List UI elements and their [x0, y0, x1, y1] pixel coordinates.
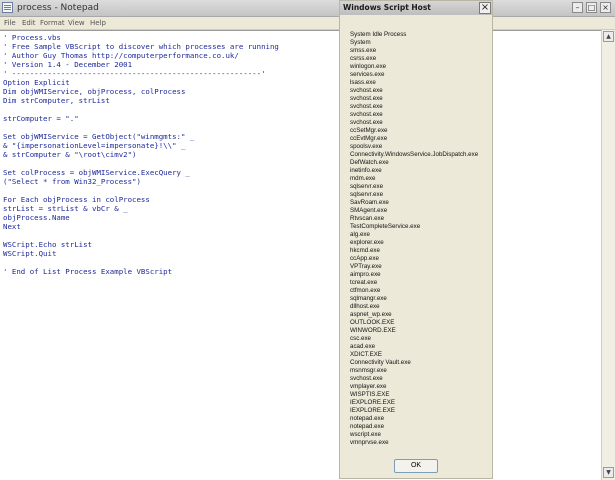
code-line: & strComputer & "\root\cimv2")	[3, 150, 137, 159]
code-line: Option Explicit	[3, 78, 70, 87]
notepad-text-area[interactable]: ' Process.vbs ' Free Sample VBScript to …	[0, 30, 602, 480]
code-line: strList = strList & vbCr & _	[3, 204, 128, 213]
process-item: IEXPLORE.EXE	[350, 407, 396, 414]
process-item: aimpro.exe	[350, 271, 381, 278]
code-line: ' --------------------------------------…	[3, 69, 266, 78]
menu-view[interactable]: View	[68, 18, 85, 28]
process-item: SMAgent.exe	[350, 207, 388, 214]
code-line: ' Author Guy Thomas http://computerperfo…	[3, 51, 239, 60]
code-line: Set objWMIService = GetObject("winmgmts:…	[3, 132, 195, 141]
notepad-title: process - Notepad	[17, 3, 99, 13]
process-item: svchost.exe	[350, 103, 383, 110]
code-line: Set colProcess = objWMIService.ExecQuery…	[3, 168, 190, 177]
process-item: acad.exe	[350, 343, 376, 350]
code-line: Dim strComputer, strList	[3, 96, 110, 105]
menu-help[interactable]: Help	[90, 18, 106, 28]
close-icon[interactable]: ×	[600, 2, 611, 13]
process-item: mdm.exe	[350, 175, 376, 182]
wsh-title: Windows Script Host	[343, 3, 431, 12]
code-line: strComputer = "."	[3, 114, 79, 123]
process-item: hkcmd.exe	[350, 247, 380, 254]
process-item: vmplayer.exe	[350, 383, 387, 390]
code-line: & "{impersonationLevel=impersonate}!\\" …	[3, 141, 186, 150]
process-item: sqlservr.exe	[350, 183, 384, 190]
maximize-icon[interactable]: □	[586, 2, 597, 13]
process-item: vmnprvse.exe	[350, 439, 389, 446]
notepad-title-bar[interactable]: process - Notepad – □ ×	[0, 0, 615, 17]
process-item: smss.exe	[350, 47, 377, 54]
process-item: OUTLOOK.EXE	[350, 319, 395, 326]
process-item: WISPTIS.EXE	[350, 391, 390, 398]
process-item: ctfmon.exe	[350, 287, 381, 294]
process-item: Connectivity Vault.exe	[350, 359, 411, 366]
process-item: alg.exe	[350, 231, 370, 238]
code-line: ' End of List Process Example VBScript	[3, 267, 173, 276]
code-line: WSCript.Quit	[3, 249, 57, 258]
process-item: XDICT.EXE	[350, 351, 382, 358]
process-item: SavRoam.exe	[350, 199, 389, 206]
code-line: ' Free Sample VBScript to discover which…	[3, 42, 279, 51]
process-item: ccSetMgr.exe	[350, 127, 388, 134]
process-item: ccEvtMgr.exe	[350, 135, 388, 142]
notepad-menu-bar: File Edit Format View Help	[0, 17, 615, 30]
process-item: notepad.exe	[350, 423, 385, 430]
process-item: WINWORD.EXE	[350, 327, 396, 334]
process-item: TestCompleteService.exe	[350, 223, 421, 230]
code-line: WSCript.Echo strList	[3, 240, 92, 249]
wsh-title-bar[interactable]: Windows Script Host ×	[340, 1, 492, 15]
process-item: dllhost.exe	[350, 303, 380, 310]
process-item: msnmsgr.exe	[350, 367, 387, 374]
process-item: sqlservr.exe	[350, 191, 384, 198]
notepad-icon	[2, 2, 13, 13]
code-line: Dim objWMIService, objProcess, colProces…	[3, 87, 186, 96]
code-line: Next	[3, 222, 21, 231]
process-item: notepad.exe	[350, 415, 385, 422]
process-item: explorer.exe	[350, 239, 384, 246]
process-item: csc.exe	[350, 335, 371, 342]
wsh-dialog: Windows Script Host × System Idle Proces…	[339, 0, 493, 479]
menu-format[interactable]: Format	[40, 18, 65, 28]
process-item: spoolsv.exe	[350, 143, 383, 150]
process-item: aspnet_wp.exe	[350, 311, 392, 318]
code-line: ("Select * from Win32_Process")	[3, 177, 141, 186]
process-item: svchost.exe	[350, 111, 383, 118]
scroll-up-icon[interactable]: ▲	[603, 31, 614, 42]
process-item: winlogon.exe	[350, 63, 387, 70]
menu-file[interactable]: File	[4, 18, 16, 28]
process-item: sqlmangr.exe	[350, 295, 387, 302]
process-item: System	[350, 39, 371, 46]
process-item: VPTray.exe	[350, 263, 382, 270]
code-line: objProcess.Name	[3, 213, 70, 222]
process-item: svchost.exe	[350, 95, 383, 102]
process-item: svchost.exe	[350, 375, 383, 382]
process-item: svchost.exe	[350, 87, 383, 94]
menu-edit[interactable]: Edit	[22, 18, 36, 28]
code-line: ' Process.vbs	[3, 33, 61, 42]
process-item: lsass.exe	[350, 79, 376, 86]
close-icon[interactable]: ×	[479, 2, 491, 14]
process-item: tcreat.exe	[350, 279, 378, 286]
process-item: Connectivity.WindowsService.JobDispatch.…	[350, 151, 479, 158]
minimize-icon[interactable]: –	[572, 2, 583, 13]
process-item: services.exe	[350, 71, 385, 78]
scroll-down-icon[interactable]: ▼	[603, 467, 614, 478]
process-item: Rtvscan.exe	[350, 215, 385, 222]
code-line: For Each objProcess in colProcess	[3, 195, 150, 204]
ok-button[interactable]: OK	[394, 459, 438, 473]
process-item: DefWatch.exe	[350, 159, 389, 166]
notepad-window: process - Notepad – □ × File Edit Format…	[0, 0, 615, 480]
process-item: csrss.exe	[350, 55, 377, 62]
process-item: inetinfo.exe	[350, 167, 382, 174]
process-item: wscript.exe	[350, 431, 381, 438]
code-line: ' Version 1.4 - December 2001	[3, 60, 133, 69]
process-item: IEXPLORE.EXE	[350, 399, 396, 406]
process-item: System Idle Process	[350, 31, 407, 38]
process-item: svchost.exe	[350, 119, 383, 126]
vertical-scrollbar[interactable]: ▲ ▼	[601, 30, 615, 480]
process-item: ccApp.exe	[350, 255, 379, 262]
